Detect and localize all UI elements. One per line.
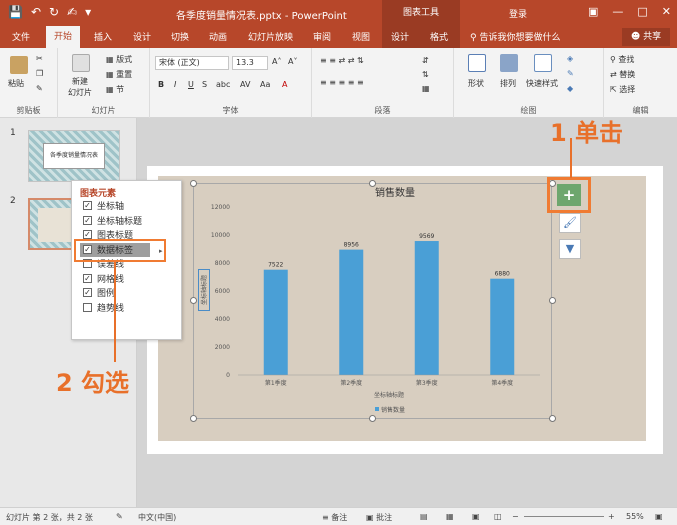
data-label: 7522 <box>268 262 283 269</box>
chart-element-option[interactable]: ✓ 图例 <box>83 286 115 299</box>
y-tick-label: 2000 <box>215 344 230 351</box>
sorter-view-icon[interactable]: ▦ <box>446 512 454 521</box>
x-category-label: 第1季度 <box>265 379 287 387</box>
zoom-level[interactable]: 55% <box>626 512 644 521</box>
chart-element-option[interactable]: 趋势线 <box>83 301 124 314</box>
y-tick-label: 6000 <box>215 288 230 295</box>
y-tick-label: 8000 <box>215 260 230 267</box>
legend-swatch <box>375 407 379 411</box>
checkbox[interactable]: ✓ <box>83 230 92 239</box>
spellcheck-icon[interactable]: ✎ <box>116 512 123 521</box>
option-label: 坐标轴标题 <box>97 216 143 227</box>
option-label: 网格线 <box>97 274 125 285</box>
data-label: 6880 <box>495 271 510 278</box>
comments-button[interactable]: ▣ 批注 <box>366 512 392 523</box>
checkbox[interactable]: ✓ <box>83 288 92 297</box>
chart-filters-button[interactable]: ▼ <box>559 239 581 259</box>
comments-label: 批注 <box>376 513 393 522</box>
y-tick-label: 4000 <box>215 316 230 323</box>
chart-title: 销售数量 <box>375 186 415 199</box>
chart-styles-button[interactable]: 🖌 <box>559 213 581 233</box>
normal-view-icon[interactable]: ▤ <box>420 512 428 521</box>
axis-title-selection[interactable] <box>198 269 210 311</box>
callout-step-1: 1 单击 <box>550 119 624 147</box>
chart-bar <box>263 269 288 375</box>
zoom-in-icon[interactable]: + <box>608 512 615 521</box>
zoom-slider[interactable] <box>524 516 604 517</box>
slideshow-view-icon[interactable]: ◫ <box>494 512 502 521</box>
fit-slide-icon[interactable]: ▣ <box>655 512 663 521</box>
option-label: 坐标轴 <box>97 202 125 212</box>
checkbox[interactable] <box>83 302 92 312</box>
option-label: 图例 <box>97 289 116 299</box>
filter-icon: ▼ <box>565 242 575 255</box>
callout-step-2: 2 勾选 <box>56 369 130 397</box>
zoom-out-icon[interactable]: − <box>512 512 519 521</box>
data-labels-highlight <box>74 239 166 262</box>
data-labels-arrow-icon[interactable]: ▸ <box>159 247 163 255</box>
y-tick-label: 12000 <box>211 204 230 211</box>
option-label: 趋势线 <box>97 303 125 314</box>
checkbox[interactable]: ✓ <box>83 201 92 210</box>
callout-line-2 <box>114 262 116 362</box>
checkbox[interactable]: ✓ <box>83 215 92 225</box>
chart-bar <box>490 278 515 375</box>
notes-label: 备注 <box>331 513 348 522</box>
chart-element-option[interactable]: ✓ 坐标轴 <box>83 199 124 212</box>
y-tick-label: 10000 <box>211 232 230 239</box>
reading-view-icon[interactable]: ▣ <box>472 512 480 521</box>
chart-bar <box>339 249 364 375</box>
language-indicator[interactable]: 中文(中国) <box>138 512 176 523</box>
data-label: 8956 <box>344 242 359 249</box>
chart-element-option[interactable]: ✓ 网格线 <box>83 272 124 285</box>
chart-bar <box>414 241 439 375</box>
checkbox[interactable]: ✓ <box>83 273 92 283</box>
chart-element-option[interactable]: ✓ 坐标轴标题 <box>83 214 142 227</box>
data-label: 9569 <box>419 233 434 240</box>
slide-info: 幻灯片 第 2 张，共 2 张 <box>6 513 93 522</box>
chart-elements-button[interactable]: + <box>557 184 581 206</box>
y-tick-label: 0 <box>226 372 230 379</box>
x-category-label: 第4季度 <box>491 379 513 387</box>
x-category-label: 第3季度 <box>416 379 438 387</box>
popup-title: 图表元素 <box>80 189 117 199</box>
x-category-label: 第2季度 <box>340 379 362 387</box>
notes-button[interactable]: ≡ 备注 <box>322 512 347 523</box>
legend-label: 销售数量 <box>381 406 405 414</box>
status-bar: 幻灯片 第 2 张，共 2 张 ✎ 中文(中国) ≡ 备注 ▣ 批注 ▤ ▦ ▣… <box>0 507 677 525</box>
brush-icon: 🖌 <box>563 216 577 229</box>
x-axis-title: 坐标轴标题 <box>374 391 404 399</box>
